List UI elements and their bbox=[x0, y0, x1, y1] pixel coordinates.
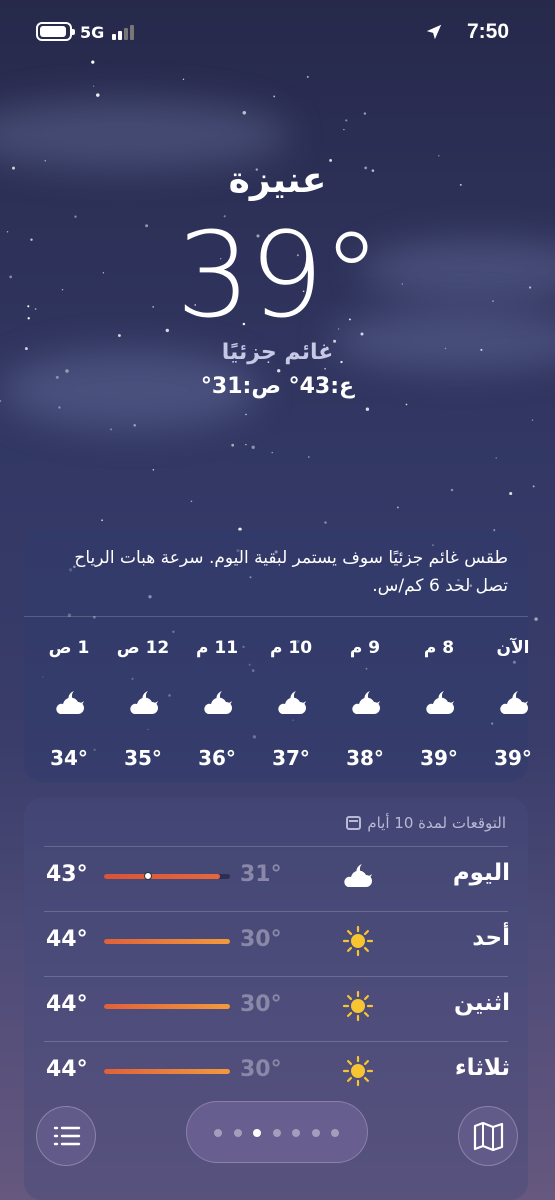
partly-cloudy-night-icon bbox=[422, 688, 458, 718]
day-row[interactable]: أحد 30° 44° bbox=[24, 911, 528, 976]
high-temperature: 44° bbox=[46, 1057, 88, 1082]
divider bbox=[24, 616, 528, 617]
hourly-item: 10 م 37° bbox=[254, 638, 328, 778]
temperature-range-bar bbox=[104, 939, 230, 944]
signal-icon bbox=[112, 24, 136, 40]
low-temperature: 30° bbox=[240, 992, 282, 1017]
partly-cloudy-night-icon bbox=[496, 688, 532, 718]
bottom-toolbar bbox=[0, 1100, 555, 1200]
hour-label: 10 م bbox=[269, 638, 313, 658]
hour-temperature: 36° bbox=[198, 746, 236, 770]
day-name: أحد bbox=[472, 925, 510, 951]
map-icon bbox=[473, 1121, 504, 1152]
hour-label: الآن bbox=[496, 638, 530, 658]
sun-icon bbox=[340, 990, 376, 1022]
current-temperature: 39° bbox=[175, 206, 381, 344]
ten-day-title: التوقعات لمدة 10 أيام bbox=[367, 814, 506, 832]
hourly-item: 8 م 39° bbox=[402, 638, 476, 778]
day-row[interactable]: اثنين 30° 44° bbox=[24, 976, 528, 1041]
hour-temperature: 39° bbox=[420, 746, 458, 770]
page-dot[interactable] bbox=[331, 1129, 339, 1137]
page-dot[interactable] bbox=[253, 1129, 261, 1137]
partly-cloudy-night-icon bbox=[52, 688, 88, 718]
low-temperature: 31° bbox=[240, 862, 282, 887]
hour-temperature: 37° bbox=[272, 746, 310, 770]
page-dot[interactable] bbox=[311, 1129, 320, 1137]
hourly-strip[interactable]: الآن 39° 8 م 39° 9 م 38° 10 م 37° 11 م 36° 12 ص 35°… bbox=[4, 638, 532, 778]
current-condition: غائم جزئيًا bbox=[221, 340, 334, 365]
hour-label: 12 ص bbox=[116, 638, 170, 658]
city-name: عنيزة bbox=[228, 160, 327, 201]
clock: 7:50 bbox=[466, 20, 509, 43]
forecast-summary: طقس غائم جزئيًا سوف يستمر لبقية اليوم. س… bbox=[74, 548, 508, 596]
day-name: ثلاثاء bbox=[454, 1055, 510, 1081]
partly-cloudy-night-icon bbox=[348, 688, 384, 718]
battery-icon bbox=[36, 22, 72, 41]
hourly-item: 9 م 38° bbox=[328, 638, 402, 778]
page-dot[interactable] bbox=[272, 1129, 281, 1137]
temperature-range-bar bbox=[104, 1069, 230, 1074]
day-name: اليوم bbox=[452, 860, 510, 886]
day-row[interactable]: ثلاثاء 30° 44° bbox=[24, 1041, 528, 1106]
day-row[interactable]: اليوم 31° 43° bbox=[24, 846, 528, 911]
day-name: اثنين bbox=[454, 990, 510, 1016]
hour-label: 9 م bbox=[349, 638, 381, 658]
partly-cloudy-night-icon bbox=[126, 688, 162, 718]
high-temperature: 44° bbox=[46, 992, 88, 1017]
hour-temperature: 38° bbox=[346, 746, 384, 770]
high-temperature: 44° bbox=[46, 927, 88, 952]
partly-cloudy-night-icon bbox=[274, 688, 310, 718]
map-button[interactable] bbox=[458, 1106, 518, 1166]
high-temperature: 43° bbox=[46, 862, 88, 887]
temperature-range-bar bbox=[104, 1004, 230, 1009]
hourly-item: الآن 39° bbox=[476, 638, 550, 778]
list-icon bbox=[53, 1126, 81, 1146]
location-arrow-icon bbox=[426, 24, 442, 40]
ten-day-header: التوقعات لمدة 10 أيام bbox=[346, 814, 506, 832]
partly-cloudy-night-icon bbox=[340, 860, 376, 892]
sun-icon bbox=[340, 1055, 376, 1087]
hour-label: 11 م bbox=[195, 638, 239, 658]
status-bar: 5G 7:50 bbox=[0, 20, 555, 46]
hour-temperature: 34° bbox=[50, 746, 88, 770]
hour-temperature: 35° bbox=[124, 746, 162, 770]
hourly-forecast-card[interactable]: طقس غائم جزئيًا سوف يستمر لبقية اليوم. س… bbox=[24, 530, 532, 782]
low-temperature: 30° bbox=[240, 1057, 282, 1082]
temperature-range-bar bbox=[104, 872, 230, 880]
sun-icon bbox=[340, 925, 376, 957]
page-dot[interactable] bbox=[214, 1129, 222, 1137]
hourly-item: 12 ص 35° bbox=[106, 638, 180, 778]
city-list-button[interactable] bbox=[36, 1106, 96, 1166]
page-indicator[interactable] bbox=[186, 1101, 368, 1163]
network-type: 5G bbox=[80, 23, 105, 42]
hour-label: 1 ص bbox=[48, 638, 90, 658]
high-low: ع:43° ص:31° bbox=[200, 374, 355, 399]
low-temperature: 30° bbox=[240, 927, 282, 952]
hour-label: 8 م bbox=[423, 638, 455, 658]
hour-temperature: 39° bbox=[494, 746, 532, 770]
page-dot[interactable] bbox=[292, 1129, 300, 1137]
hourly-item: 1 ص 34° bbox=[32, 638, 106, 778]
hourly-item: 11 م 36° bbox=[180, 638, 254, 778]
partly-cloudy-night-icon bbox=[200, 688, 236, 718]
calendar-icon bbox=[346, 816, 362, 830]
page-dot[interactable] bbox=[233, 1129, 242, 1137]
